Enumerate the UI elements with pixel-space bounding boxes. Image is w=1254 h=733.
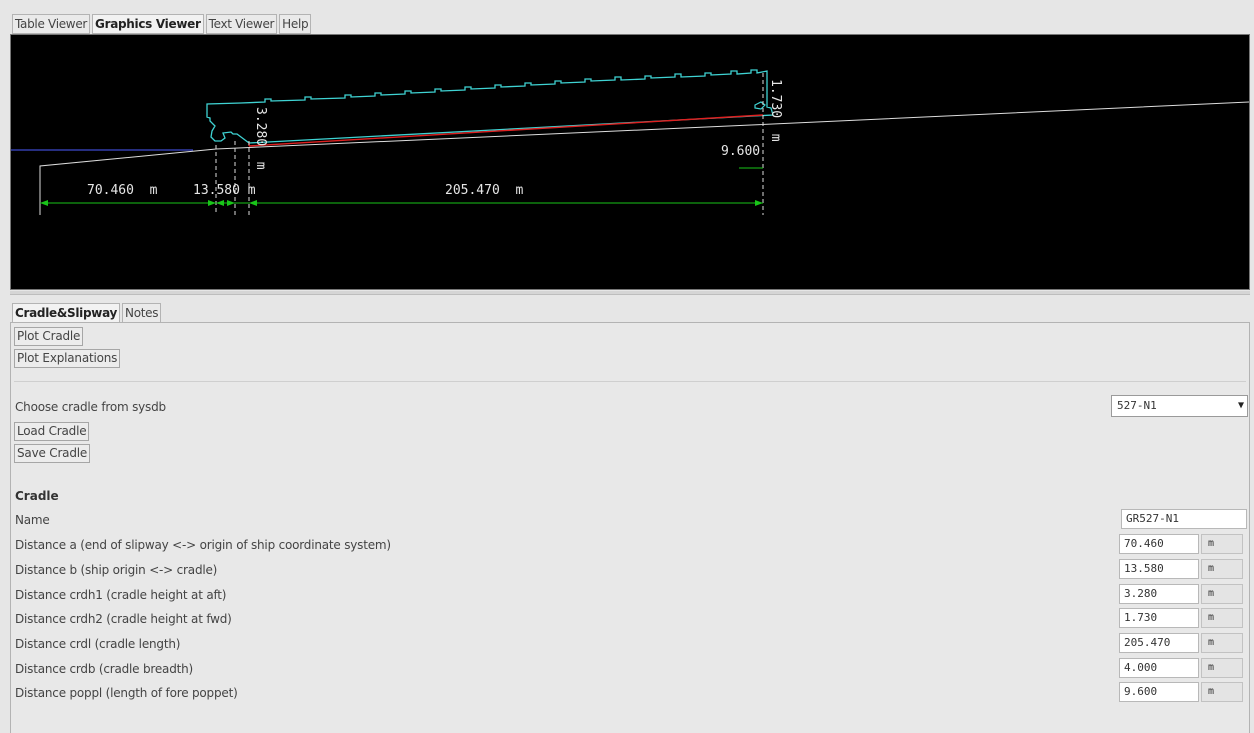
dropdown-arrow-icon[interactable]: ▼ — [1238, 396, 1244, 416]
distance-a-field[interactable]: 70.460 — [1119, 534, 1199, 554]
row-label-crdl: Distance crdl (cradle length) — [15, 637, 181, 651]
distance-crdl-field[interactable]: 205.470 — [1119, 633, 1199, 653]
row-label-crdb: Distance crdb (cradle breadth) — [15, 662, 194, 676]
save-cradle-button[interactable]: Save Cradle — [14, 444, 91, 463]
distance-crdh1-field[interactable]: 3.280 — [1119, 584, 1199, 604]
cradle-line — [248, 114, 764, 147]
cradle-select[interactable]: 527-N1 ▼ — [1111, 395, 1248, 417]
tab-cradle-slipway[interactable]: Cradle&Slipway — [12, 303, 121, 323]
viewer-splitter[interactable] — [10, 291, 1250, 295]
cradle-drawing: 70.460 m 13.580 m 205.470 m 9.600 3.280 … — [11, 69, 1249, 215]
load-cradle-button[interactable]: Load Cradle — [14, 422, 90, 441]
cradle-slipway-panel: Plot Cradle Plot Explanations Choose cra… — [10, 322, 1250, 733]
row-label-a: Distance a (end of slipway <-> origin of… — [15, 538, 391, 552]
section-title: Cradle — [15, 489, 59, 503]
dim-b-text: 13.580 m — [193, 183, 256, 198]
distance-poppl-field[interactable]: 9.600 — [1119, 682, 1199, 702]
dim-crdl-text: 205.470 m — [445, 183, 523, 198]
plot-cradle-button[interactable]: Plot Cradle — [14, 327, 84, 346]
name-label: Name — [15, 513, 50, 527]
distance-crdh2-field[interactable]: 1.730 — [1119, 608, 1199, 628]
tab-table-viewer[interactable]: Table Viewer — [12, 14, 91, 34]
tab-graphics-viewer[interactable]: Graphics Viewer — [92, 14, 204, 34]
distance-b-field[interactable]: 13.580 — [1119, 559, 1199, 579]
arrow-l-right — [755, 200, 763, 206]
dim-crdh2-text: 1.730 m — [768, 79, 783, 142]
dim-a-text: 70.460 m — [87, 183, 158, 198]
top-tabbar: Table Viewer Graphics Viewer Text Viewer… — [12, 14, 313, 34]
tab-help[interactable]: Help — [279, 14, 312, 34]
plot-explanations-button[interactable]: Plot Explanations — [14, 349, 121, 368]
arrow-b-left — [216, 200, 224, 206]
arrow-a-right — [208, 200, 216, 206]
divider — [14, 381, 1246, 382]
tab-notes[interactable]: Notes — [122, 303, 162, 323]
row-label-crdh1: Distance crdh1 (cradle height at aft) — [15, 588, 227, 602]
arrow-l-left — [249, 200, 257, 206]
tab-text-viewer[interactable]: Text Viewer — [205, 14, 278, 34]
distance-crdl-unit: m — [1201, 633, 1243, 653]
distance-crdh1-unit: m — [1201, 584, 1243, 604]
distance-a-unit: m — [1201, 534, 1243, 554]
row-label-b: Distance b (ship origin <-> cradle) — [15, 563, 218, 577]
cradle-select-value: 527-N1 — [1117, 399, 1157, 412]
dim-poppl-text: 9.600 — [721, 144, 760, 159]
choose-cradle-label: Choose cradle from sysdb — [15, 400, 166, 414]
distance-crdh2-unit: m — [1201, 608, 1243, 628]
distance-crdb-field[interactable]: 4.000 — [1119, 658, 1199, 678]
graphics-viewer-canvas[interactable]: 70.460 m 13.580 m 205.470 m 9.600 3.280 … — [10, 34, 1250, 290]
distance-crdb-unit: m — [1201, 658, 1243, 678]
arrow-b-right — [227, 200, 235, 206]
bottom-tabbar: Cradle&Slipway Notes — [12, 303, 163, 323]
name-field[interactable]: GR527-N1 — [1121, 509, 1247, 529]
arrow-a-left — [40, 200, 48, 206]
row-label-crdh2: Distance crdh2 (cradle height at fwd) — [15, 612, 232, 626]
distance-b-unit: m — [1201, 559, 1243, 579]
distance-poppl-unit: m — [1201, 682, 1243, 702]
dim-crdh1-text: 3.280 m — [253, 107, 268, 170]
row-label-poppl: Distance poppl (length of fore poppet) — [15, 686, 238, 700]
